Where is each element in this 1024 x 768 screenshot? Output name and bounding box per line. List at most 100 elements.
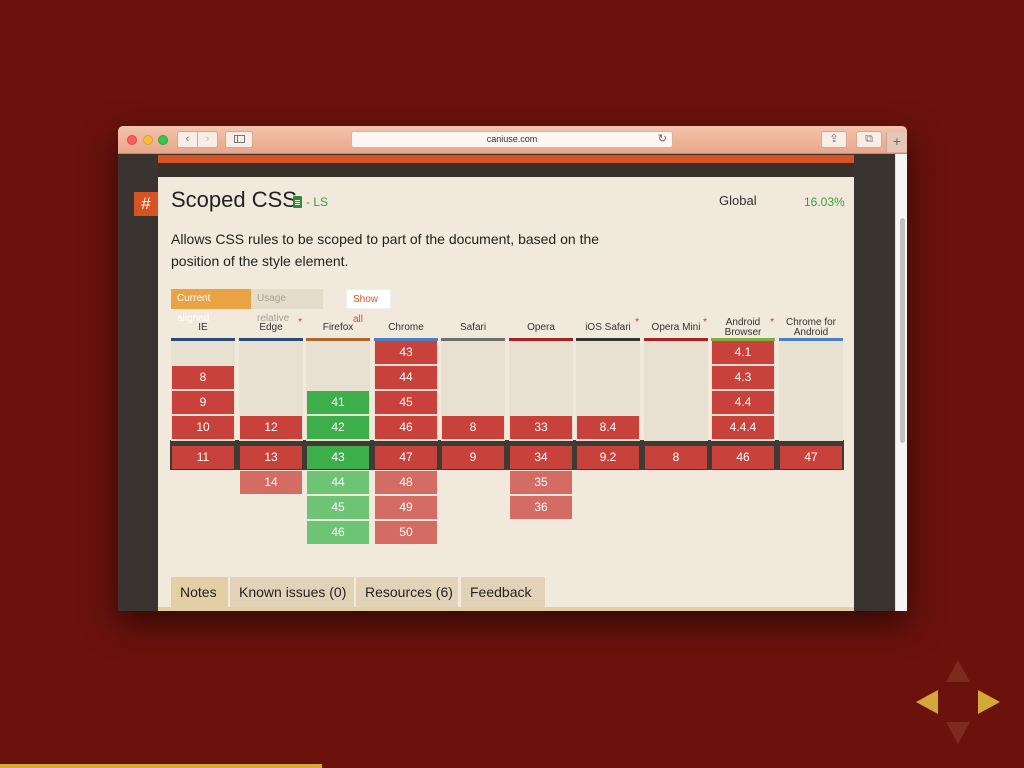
slide-left-arrow-icon[interactable] bbox=[916, 690, 938, 714]
version-cell[interactable]: 50 bbox=[375, 521, 437, 544]
browser-header[interactable]: Safari bbox=[441, 314, 505, 341]
note-asterisk-icon[interactable]: * bbox=[298, 318, 302, 328]
version-cell[interactable]: 10 bbox=[172, 416, 234, 439]
version-cell[interactable]: 35 bbox=[510, 471, 572, 494]
browser-name: IE bbox=[198, 321, 208, 333]
browser-header[interactable]: Chrome bbox=[374, 314, 438, 341]
version-cell[interactable]: 8 bbox=[645, 446, 707, 469]
browser-name: Safari bbox=[459, 321, 487, 333]
feature-description: Allows CSS rules to be scoped to part of… bbox=[171, 231, 600, 269]
version-cell[interactable]: 44 bbox=[307, 471, 369, 494]
new-tab-button[interactable]: + bbox=[886, 132, 907, 152]
browser-name: Edge bbox=[259, 321, 283, 333]
version-cell[interactable]: 43 bbox=[375, 341, 437, 364]
tab-resources[interactable]: Resources (6) bbox=[356, 577, 458, 607]
slide-progress-bar bbox=[0, 764, 322, 768]
version-cell[interactable]: 4.4 bbox=[712, 391, 774, 414]
zoom-window-button[interactable] bbox=[158, 135, 168, 145]
spec-status[interactable]: - LS bbox=[306, 195, 328, 209]
back-button[interactable]: ‹ bbox=[177, 131, 198, 148]
show-all-button[interactable]: Show all bbox=[346, 289, 391, 325]
version-cell[interactable]: 13 bbox=[240, 446, 302, 469]
sidebar-icon bbox=[233, 135, 245, 143]
browser-header[interactable]: Edge * bbox=[239, 314, 303, 341]
slide-down-arrow-icon[interactable] bbox=[946, 722, 970, 744]
browser-name: iOS Safari bbox=[585, 321, 631, 333]
address-bar[interactable]: caniuse.com ↻ bbox=[351, 131, 673, 148]
browser-name: Android Browser bbox=[724, 316, 762, 338]
browser-header[interactable]: Android Browser * bbox=[711, 314, 775, 341]
browser-name: Opera Mini bbox=[651, 321, 701, 333]
share-button[interactable]: ⇪ bbox=[821, 131, 847, 148]
slide-right-arrow-icon[interactable] bbox=[978, 690, 1000, 714]
chevron-right-icon: › bbox=[205, 133, 210, 145]
version-cell[interactable]: 42 bbox=[307, 416, 369, 439]
browser-header[interactable]: Opera Mini * bbox=[644, 314, 708, 341]
global-usage-value: 16.03% bbox=[804, 195, 845, 209]
version-cell[interactable]: 47 bbox=[780, 446, 842, 469]
note-asterisk-icon[interactable]: * bbox=[635, 318, 639, 328]
note-asterisk-icon[interactable]: * bbox=[770, 318, 774, 328]
tab-content-area bbox=[158, 607, 854, 611]
version-cell[interactable]: 9 bbox=[442, 446, 504, 469]
sidebar-toggle-button[interactable] bbox=[225, 131, 253, 148]
version-cell[interactable]: 8.4 bbox=[577, 416, 639, 439]
info-tabs: Notes Known issues (0) Resources (6) Fee… bbox=[158, 577, 854, 611]
version-cell[interactable]: 48 bbox=[375, 471, 437, 494]
version-cell[interactable]: 45 bbox=[307, 496, 369, 519]
current-aligned-button[interactable]: Current aligned bbox=[171, 289, 251, 324]
browser-header[interactable]: Firefox bbox=[306, 314, 370, 341]
tab-known-issues[interactable]: Known issues (0) bbox=[230, 577, 354, 607]
feature-top-bar bbox=[158, 155, 854, 163]
url-text: caniuse.com bbox=[486, 134, 538, 144]
forward-button[interactable]: › bbox=[197, 131, 218, 148]
browser-header[interactable]: IE bbox=[171, 314, 235, 341]
version-cell[interactable]: 44 bbox=[375, 366, 437, 389]
version-cell[interactable]: 9.2 bbox=[577, 446, 639, 469]
plus-icon: + bbox=[892, 133, 902, 149]
version-cell[interactable]: 33 bbox=[510, 416, 572, 439]
close-window-button[interactable] bbox=[127, 135, 137, 145]
version-cell[interactable]: 4.4.4 bbox=[712, 416, 774, 439]
note-asterisk-icon[interactable]: * bbox=[703, 318, 707, 328]
usage-relative-button[interactable]: Usage relative bbox=[251, 289, 323, 324]
slide-up-arrow-icon[interactable] bbox=[946, 660, 970, 682]
version-cell[interactable]: 47 bbox=[375, 446, 437, 469]
version-cell[interactable]: 36 bbox=[510, 496, 572, 519]
show-tabs-button[interactable]: ⧉ bbox=[856, 131, 882, 148]
browser-column bbox=[644, 341, 708, 441]
anchor-link[interactable]: # bbox=[134, 192, 158, 216]
version-cell[interactable]: 43 bbox=[307, 446, 369, 469]
version-cell[interactable]: 41 bbox=[307, 391, 369, 414]
browser-header[interactable]: iOS Safari * bbox=[576, 314, 640, 341]
version-cell[interactable]: 14 bbox=[240, 471, 302, 494]
version-cell[interactable]: 8 bbox=[442, 416, 504, 439]
browser-header[interactable]: Chrome for Android bbox=[779, 314, 843, 341]
browser-name: Chrome for Android bbox=[785, 316, 836, 338]
feature-panel: Scoped CSS - LS Global 16.03% Allows CSS… bbox=[158, 177, 854, 611]
browser-name: Firefox bbox=[322, 321, 354, 333]
scrollbar-thumb[interactable] bbox=[900, 218, 905, 443]
version-cell[interactable]: 4.1 bbox=[712, 341, 774, 364]
version-cell[interactable]: 12 bbox=[240, 416, 302, 439]
version-cell[interactable]: 46 bbox=[712, 446, 774, 469]
version-cell[interactable]: 34 bbox=[510, 446, 572, 469]
version-cell[interactable]: 46 bbox=[307, 521, 369, 544]
tab-feedback[interactable]: Feedback bbox=[461, 577, 545, 607]
document-icon[interactable] bbox=[293, 196, 302, 208]
browser-header[interactable]: Opera bbox=[509, 314, 573, 341]
minimize-window-button[interactable] bbox=[143, 135, 153, 145]
browser-window: ‹ › caniuse.com ↻ ⇪ ⧉ + # Scoped CSS - L… bbox=[118, 126, 907, 611]
version-cell[interactable]: 11 bbox=[172, 446, 234, 469]
version-cell[interactable]: 46 bbox=[375, 416, 437, 439]
version-cell[interactable]: 4.3 bbox=[712, 366, 774, 389]
reload-icon[interactable]: ↻ bbox=[658, 132, 667, 147]
version-cell[interactable]: 9 bbox=[172, 391, 234, 414]
version-cell[interactable]: 45 bbox=[375, 391, 437, 414]
browser-column bbox=[779, 341, 843, 441]
version-cell[interactable]: 49 bbox=[375, 496, 437, 519]
version-cell[interactable]: 8 bbox=[172, 366, 234, 389]
tabs-icon: ⧉ bbox=[865, 133, 873, 145]
feature-divider bbox=[158, 163, 854, 177]
tab-notes[interactable]: Notes bbox=[171, 577, 228, 607]
